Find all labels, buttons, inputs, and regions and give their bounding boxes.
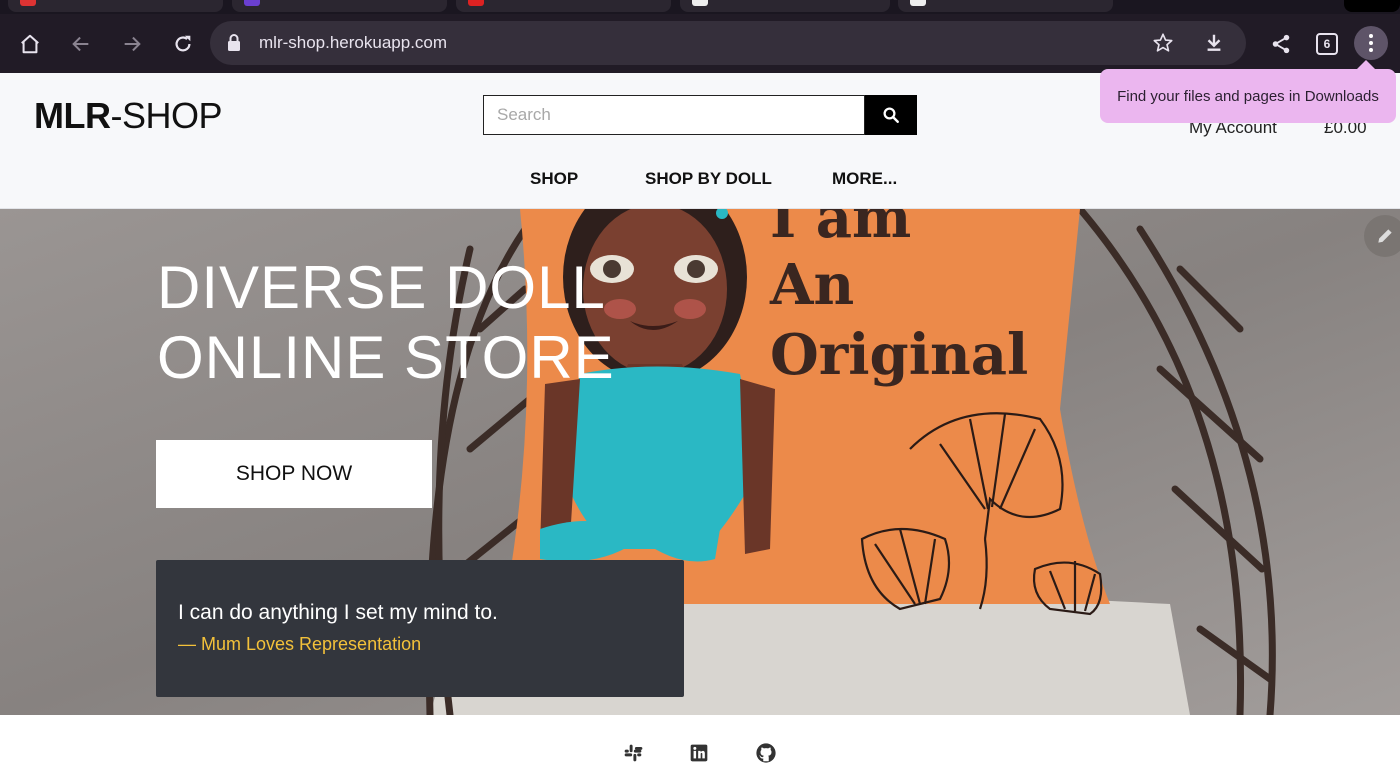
browser-tab[interactable] xyxy=(8,0,223,12)
search-icon xyxy=(883,107,899,123)
forward-icon[interactable] xyxy=(116,28,148,60)
browser-tab-strip xyxy=(0,0,1400,14)
hero-title-line2: ONLINE STORE xyxy=(157,324,615,391)
lock-icon xyxy=(226,33,242,58)
nav-shop-by-doll[interactable]: SHOP BY DOLL xyxy=(645,169,772,189)
shop-now-button[interactable]: SHOP NOW xyxy=(156,440,432,508)
quote-author: — Mum Loves Representation xyxy=(178,634,422,654)
hero-title: DIVERSE DOLL ONLINE STORE xyxy=(157,253,615,393)
download-icon[interactable] xyxy=(1198,27,1230,59)
github-icon[interactable] xyxy=(755,742,777,764)
home-icon[interactable] xyxy=(14,28,46,60)
search-input[interactable] xyxy=(483,95,865,135)
search-form xyxy=(483,95,917,135)
site-logo[interactable]: MLR-SHOP xyxy=(34,95,222,137)
pencil-icon xyxy=(1378,229,1392,243)
back-icon[interactable] xyxy=(65,28,97,60)
slack-icon[interactable] xyxy=(622,742,644,764)
tab-switcher-button[interactable]: 6 xyxy=(1316,33,1338,55)
bookmark-star-icon[interactable] xyxy=(1147,27,1179,59)
svg-text:An: An xyxy=(769,252,854,318)
testimonial-box: I can do anything I set my mind to. — Mu… xyxy=(156,560,684,697)
browser-tab[interactable] xyxy=(680,0,890,12)
main-nav: SHOP SHOP BY DOLL MORE... xyxy=(0,169,1400,195)
browser-toolbar: mlr-shop.herokuapp.com 6 xyxy=(0,14,1400,73)
downloads-tooltip: Find your files and pages in Downloads xyxy=(1100,60,1396,123)
linkedin-icon[interactable] xyxy=(688,742,710,764)
browser-tab[interactable] xyxy=(456,0,671,12)
svg-text:I am: I am xyxy=(770,209,911,251)
share-icon[interactable] xyxy=(1265,28,1297,60)
search-button[interactable] xyxy=(865,95,917,135)
site-footer xyxy=(0,715,1400,769)
quote-text: I can do anything I set my mind to. xyxy=(178,601,498,624)
url-text: mlr-shop.herokuapp.com xyxy=(259,33,448,52)
tab-favicon xyxy=(468,0,484,6)
more-menu-icon[interactable] xyxy=(1354,26,1388,60)
hero-banner: I am An Original DIVERSE DOLL ONLINE STO… xyxy=(0,209,1400,715)
hero-title-line1: DIVERSE DOLL xyxy=(157,254,606,321)
browser-tab[interactable] xyxy=(898,0,1113,12)
svg-text:Original: Original xyxy=(770,322,1028,388)
browser-tab[interactable] xyxy=(232,0,447,12)
tab-favicon xyxy=(20,0,36,6)
reload-icon[interactable] xyxy=(167,28,199,60)
tab-favicon xyxy=(244,0,260,6)
browser-tab-active[interactable] xyxy=(1344,0,1400,12)
nav-shop[interactable]: SHOP xyxy=(530,169,578,189)
edit-pencil-button[interactable] xyxy=(1364,215,1400,257)
logo-rest-text: -SHOP xyxy=(110,95,222,136)
tab-favicon xyxy=(692,0,708,6)
tab-favicon xyxy=(910,0,926,6)
address-bar[interactable]: mlr-shop.herokuapp.com xyxy=(210,21,1246,65)
logo-bold-text: MLR xyxy=(34,95,111,136)
nav-more[interactable]: MORE... xyxy=(832,169,897,189)
